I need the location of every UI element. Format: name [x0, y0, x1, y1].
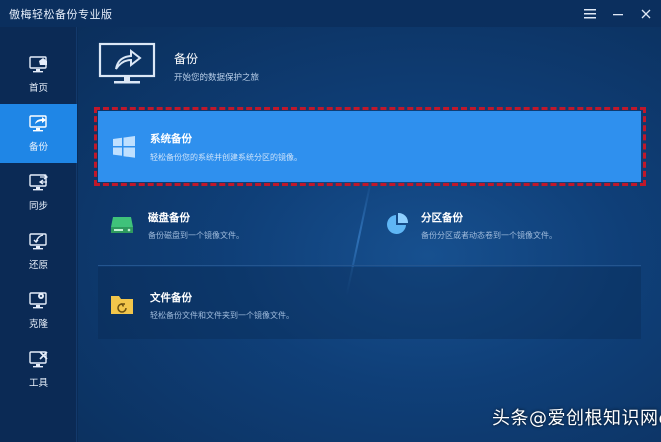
backup-monitor-icon — [98, 42, 156, 84]
sync-monitor-icon — [28, 174, 48, 191]
watermark: 头条@爱创根知识网e — [400, 385, 661, 442]
system-backup-title: 系统备份 — [150, 133, 192, 145]
disk-drive-icon — [111, 217, 133, 233]
pie-chart-icon — [387, 212, 409, 234]
close-icon[interactable] — [639, 7, 653, 21]
folder-icon — [111, 296, 133, 314]
sidebar-item-label: 备份 — [28, 142, 48, 153]
sidebar-item-restore[interactable]: 还原 — [0, 222, 77, 281]
clone-monitor-icon — [28, 292, 47, 309]
partition-backup-card[interactable]: 分区备份 备份分区或者动态卷到一个镜像文件。 — [373, 195, 641, 253]
sidebar-item-label: 同步 — [28, 201, 48, 212]
sidebar-item-label: 还原 — [28, 260, 48, 271]
disk-backup-card[interactable]: 磁盘备份 备份磁盘到一个镜像文件。 — [98, 195, 362, 253]
minimize-icon[interactable] — [611, 7, 625, 21]
system-backup-card[interactable]: 系统备份 轻松备份您的系统并创建系统分区的镜像。 — [98, 111, 641, 182]
sidebar-item-sync[interactable]: 同步 — [0, 163, 77, 222]
file-backup-card[interactable]: 文件备份 轻松备份文件和文件夹到一个镜像文件。 — [98, 267, 641, 339]
menu-lines-icon[interactable] — [583, 7, 597, 21]
sidebar-item-clone[interactable]: 克隆 — [0, 281, 77, 340]
title-bar: 傲梅轻松备份专业版 — [0, 0, 661, 27]
disk-backup-desc: 备份磁盘到一个镜像文件。 — [148, 231, 244, 240]
disk-backup-title: 磁盘备份 — [148, 212, 190, 224]
tools-monitor-icon — [28, 351, 48, 368]
backup-monitor-icon — [28, 115, 47, 132]
sidebar-item-label: 首页 — [28, 83, 48, 94]
section-divider — [98, 265, 641, 266]
restore-monitor-icon — [28, 233, 47, 250]
sidebar-item-label: 克隆 — [28, 319, 48, 330]
app-title: 傲梅轻松备份专业版 — [9, 7, 113, 21]
sidebar-item-label: 工具 — [28, 378, 48, 389]
sidebar: 首页 备份 同步 还原 克隆 工具 — [0, 27, 77, 442]
window-controls — [583, 0, 653, 27]
page-subtitle: 开始您的数据保护之旅 — [174, 73, 260, 83]
page-title: 备份 — [174, 52, 199, 66]
system-backup-desc: 轻松备份您的系统并创建系统分区的镜像。 — [150, 153, 302, 162]
main-panel: 备份 开始您的数据保护之旅 系统备份 轻松备份您的系统并创建系统分区的镜像。 磁… — [78, 27, 661, 442]
windows-logo-icon — [113, 136, 135, 158]
sidebar-item-tools[interactable]: 工具 — [0, 340, 77, 399]
sidebar-item-backup[interactable]: 备份 — [0, 104, 77, 163]
sidebar-item-home[interactable]: 首页 — [0, 45, 77, 104]
watermark-text: 头条@爱创根知识网e — [492, 408, 661, 429]
partition-backup-desc: 备份分区或者动态卷到一个镜像文件。 — [421, 231, 557, 240]
file-backup-title: 文件备份 — [150, 292, 192, 304]
file-backup-desc: 轻松备份文件和文件夹到一个镜像文件。 — [150, 311, 294, 320]
partition-backup-title: 分区备份 — [421, 212, 463, 224]
home-monitor-icon — [28, 56, 47, 73]
